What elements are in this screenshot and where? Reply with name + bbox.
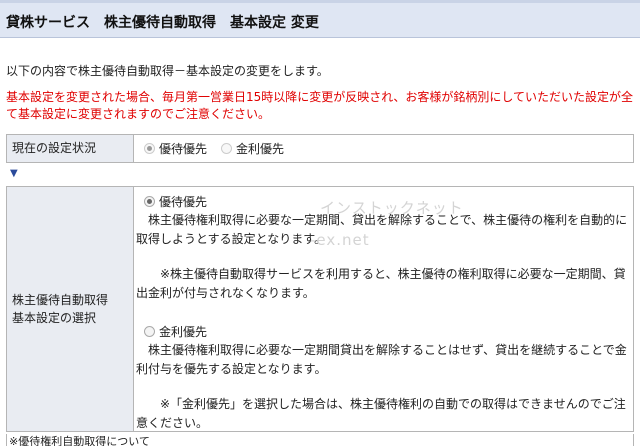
current-status-radio-icon-1 xyxy=(144,143,155,154)
current-status-option-2: 金利優先 xyxy=(236,142,285,156)
setting-selection-label: 株主優待自動取得 基本設定の選択 xyxy=(7,187,134,431)
current-status-label: 現在の設定状況 xyxy=(7,135,134,162)
current-status-row: 現在の設定状況 優待優先 金利優先 xyxy=(6,134,634,163)
interest-priority-description: 株主優待権利取得に必要な一定期間貸出を解除することはせず、貸出を継続することで金… xyxy=(136,343,627,376)
setting-selection-label-line1: 株主優待自動取得 xyxy=(12,293,109,307)
setting-selection-row: 株主優待自動取得 基本設定の選択 優待優先 株主優待権利取得に必要な一定期間、貸… xyxy=(6,186,634,432)
option-interest-priority[interactable]: 金利優先 xyxy=(144,323,207,340)
current-status-option-1: 優待優先 xyxy=(159,142,208,156)
page-title: 貸株サービス 株主優待自動取得 基本設定 変更 xyxy=(6,15,319,31)
setting-selection-body: 優待優先 株主優待権利取得に必要な一定期間、貸出を解除することで、株主優待の権利… xyxy=(134,187,633,431)
watermark-text-1: インストックネット xyxy=(320,199,464,217)
interest-priority-label: 金利優先 xyxy=(159,325,208,339)
interest-priority-radio[interactable] xyxy=(144,326,155,337)
interest-priority-note: ※「金利優先」を選択した場合は、株主優待権利の自動での取得はできませんのでご注意… xyxy=(136,397,626,430)
watermark-text-2: -ex.net xyxy=(310,231,370,249)
intro-text: 以下の内容で株主優待自動取得－基本設定の変更をします。 xyxy=(6,64,329,78)
option-benefit-priority[interactable]: 優待優先 xyxy=(144,193,207,210)
footer-note: ※優待権利自動取得について xyxy=(6,434,634,446)
benefit-priority-note: ※株主優待自動取得サービスを利用すると、株主優待の権利取得に必要な一定期間、貸出… xyxy=(136,267,626,300)
benefit-priority-radio[interactable] xyxy=(144,196,155,207)
page-header: 貸株サービス 株主優待自動取得 基本設定 変更 xyxy=(0,0,640,38)
setting-selection-label-line2: 基本設定の選択 xyxy=(12,311,97,325)
current-status-radio-icon-2 xyxy=(221,143,233,154)
down-arrow-icon: ▼ xyxy=(10,168,18,179)
benefit-priority-label: 優待優先 xyxy=(159,195,208,209)
warning-notice: 基本設定を変更された場合、毎月第一営業日15時以降に変更が反映され、お客様が銘柄… xyxy=(6,90,634,121)
current-status-value: 優待優先 金利優先 xyxy=(134,135,633,162)
